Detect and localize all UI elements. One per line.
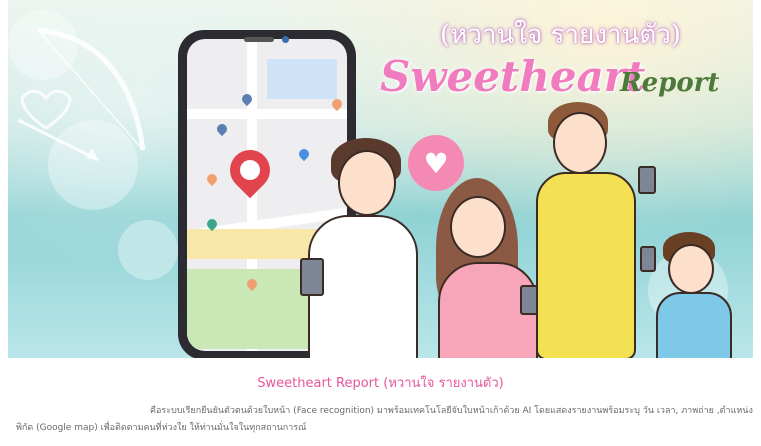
map-pin-icon	[204, 171, 220, 187]
child-phone-icon	[640, 246, 656, 272]
grandma-head	[553, 112, 607, 174]
content-heading: Sweetheart Report (หวานใจ รายงานตัว)	[257, 376, 504, 391]
grandma-dress	[536, 172, 636, 358]
banner-title: Sweetheart	[380, 52, 646, 101]
description-line: คือระบบเรียกยืนยันตัวตนด้วยใบหน้า (Face …	[150, 406, 753, 416]
phone-speaker	[244, 37, 274, 42]
bokeh-light	[118, 220, 178, 280]
phone-camera	[282, 36, 289, 43]
content-description: คือระบบเรียกยืนยันตัวตนด้วยใบหน้า (Face …	[16, 403, 760, 437]
map-water	[267, 59, 337, 99]
description-line: พิกัด (Google map) เพื่อติดตามคนที่ห่วงใ…	[16, 423, 307, 433]
banner-subtitle: (หวานใจ รายงานตัว)	[440, 20, 681, 50]
map-pin-icon	[296, 146, 312, 162]
man-shirt	[308, 215, 418, 358]
man-head	[338, 150, 396, 216]
child-head	[668, 244, 714, 294]
heart-bubble-icon: ♥	[408, 135, 464, 191]
man-phone-icon	[300, 258, 324, 296]
child-shirt	[656, 292, 732, 358]
hero-banner: (หวานใจ รายงานตัว) Sweetheart Report ♥	[8, 0, 753, 358]
cupid-bow-icon	[17, 27, 146, 162]
grandma-phone-icon	[638, 166, 656, 194]
woman-head	[450, 196, 506, 258]
map-pin-icon	[214, 121, 230, 137]
banner-title-report: Report	[620, 68, 720, 98]
map-road	[187, 109, 347, 119]
